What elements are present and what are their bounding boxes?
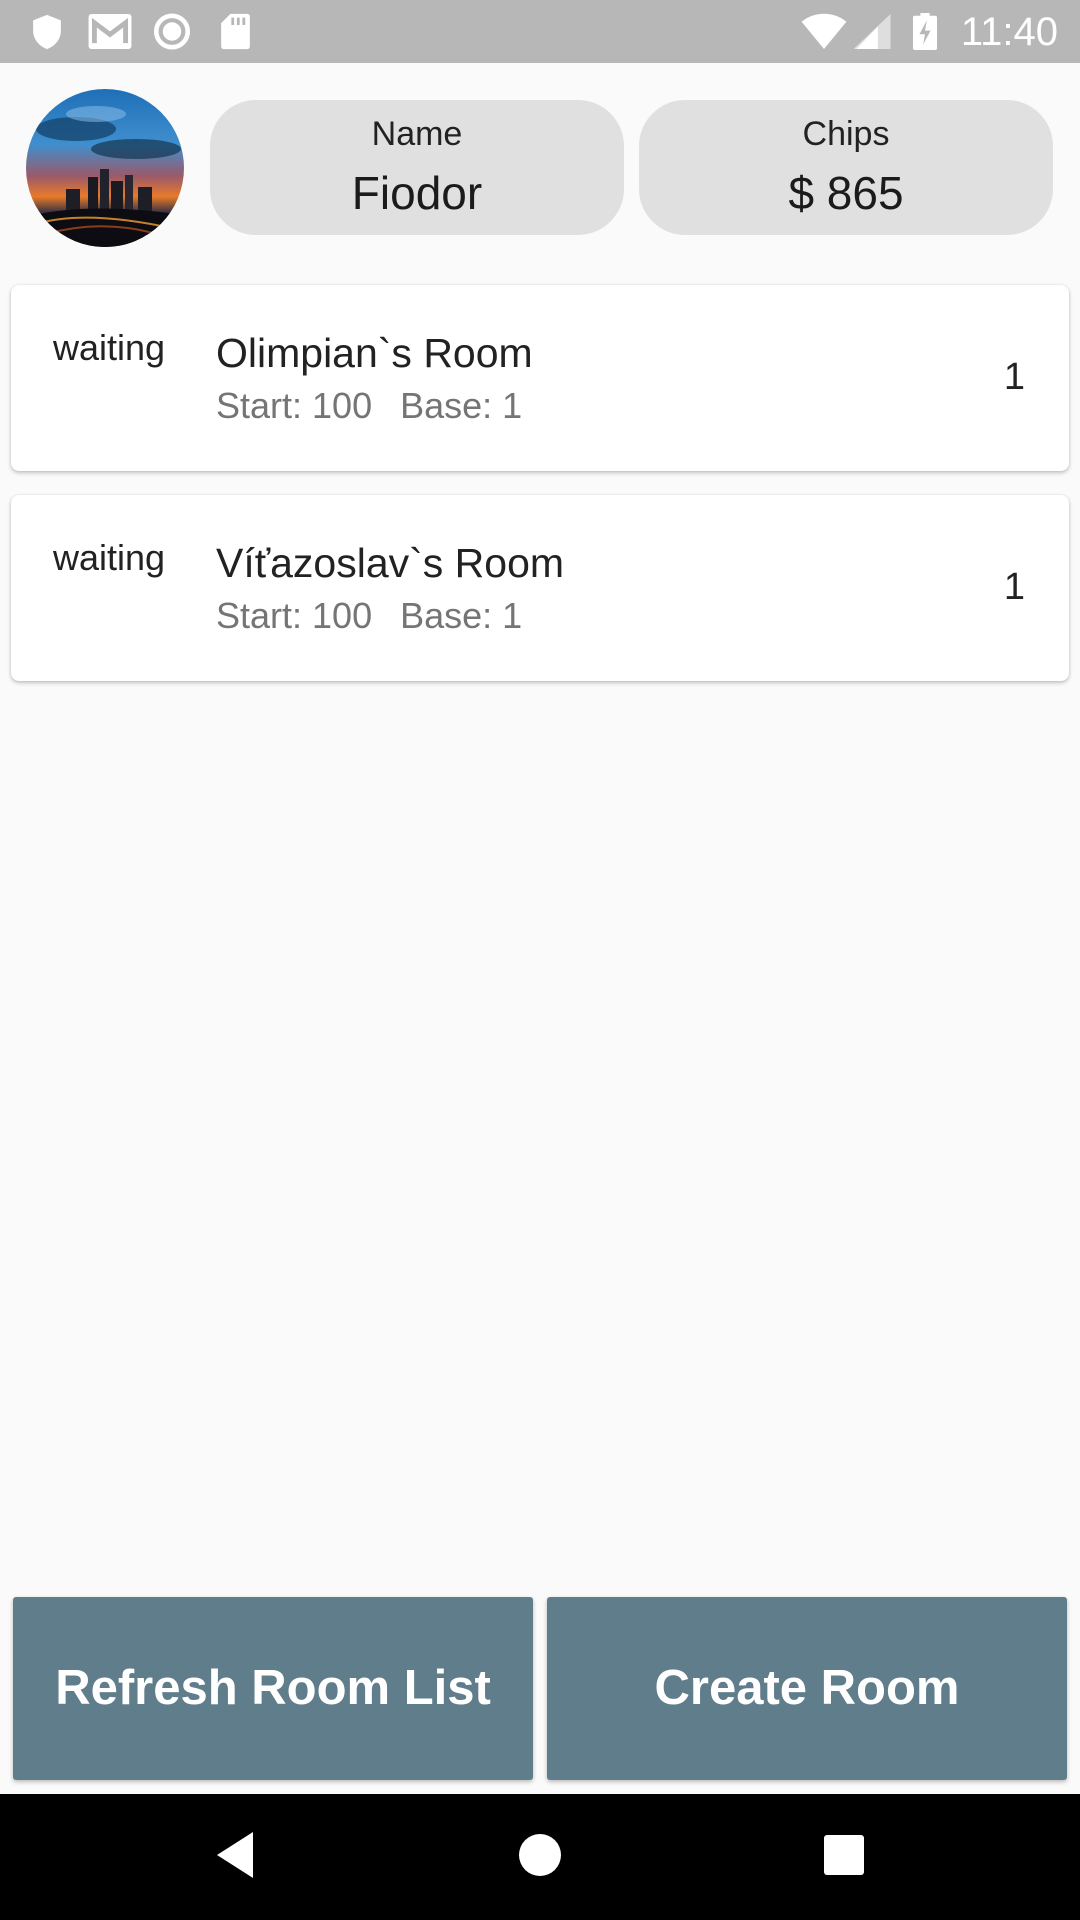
chips-value: $ 865 xyxy=(788,167,904,219)
navigation-bar xyxy=(0,1794,1080,1920)
room-player-count: 1 xyxy=(1003,566,1025,608)
room-list-screen: 11:40 Name Fiodor Chips $ 865 waiting Ol… xyxy=(0,0,1080,1920)
name-value: Fiodor xyxy=(351,167,483,219)
recents-icon[interactable] xyxy=(823,1830,865,1880)
battery-charging-icon xyxy=(912,13,938,50)
wifi-icon xyxy=(801,13,847,50)
chips-card: Chips $ 865 xyxy=(639,100,1053,235)
record-icon xyxy=(153,13,191,50)
avatar[interactable] xyxy=(26,89,184,247)
gmail-icon xyxy=(88,13,132,50)
sd-card-icon xyxy=(221,13,250,50)
back-icon[interactable] xyxy=(215,1830,255,1880)
avatar-image xyxy=(26,89,184,247)
room-start: Start: 100 xyxy=(216,595,373,636)
create-room-button[interactable]: Create Room xyxy=(547,1597,1067,1780)
room-status: waiting xyxy=(53,327,166,368)
room-card-1[interactable]: waiting Olimpian`s Room Start: 100 Base: … xyxy=(11,285,1069,471)
room-name: Víťazoslav`s Room xyxy=(216,540,565,586)
name-label: Name xyxy=(371,115,463,153)
home-icon[interactable] xyxy=(518,1830,562,1880)
room-meta: Start: 100 Base: 1 xyxy=(216,385,522,427)
name-card: Name Fiodor xyxy=(210,100,624,235)
room-status: waiting xyxy=(53,537,166,578)
status-time: 11:40 xyxy=(960,10,1058,54)
room-base: Base: 1 xyxy=(400,385,523,426)
chips-label: Chips xyxy=(802,115,890,153)
room-card-2[interactable]: waiting Víťazoslav`s Room Start: 100 Base… xyxy=(11,495,1069,681)
signal-icon xyxy=(853,13,891,50)
status-bar: 11:40 xyxy=(0,0,1080,63)
room-player-count: 1 xyxy=(1003,356,1025,398)
shield-icon xyxy=(33,14,61,50)
room-base: Base: 1 xyxy=(400,595,523,636)
room-meta: Start: 100 Base: 1 xyxy=(216,595,522,637)
refresh-room-list-button[interactable]: Refresh Room List xyxy=(13,1597,533,1780)
room-start: Start: 100 xyxy=(216,385,373,426)
room-name: Olimpian`s Room xyxy=(216,330,533,376)
